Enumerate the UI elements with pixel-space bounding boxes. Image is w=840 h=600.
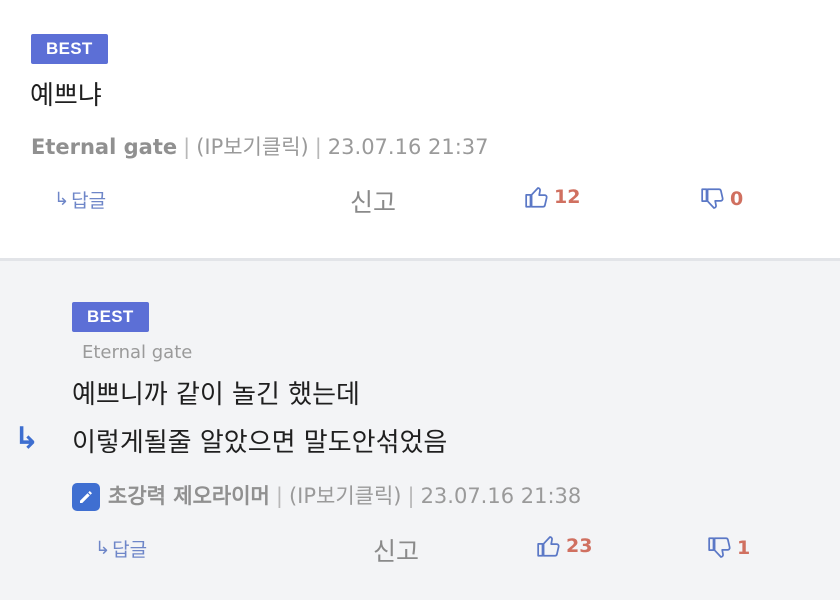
comment-text: 예쁘냐 bbox=[30, 81, 102, 111]
author-name[interactable]: Eternal gate bbox=[31, 135, 177, 159]
dislike-count: 1 bbox=[737, 537, 751, 559]
best-badge: BEST bbox=[72, 302, 149, 332]
comment-text-line-1: 예쁘니까 같이 놀긴 했는데 bbox=[72, 380, 360, 410]
comment-meta: 초강력 제오라이머 | (IP보기클릭) | 23.07.16 21:38 bbox=[72, 481, 581, 511]
like-count: 23 bbox=[566, 535, 593, 557]
report-label: 신고 bbox=[350, 188, 397, 217]
comment-best-1: BEST 예쁘냐 Eternal gate | (IP보기클릭) | 23.07.16 … bbox=[0, 0, 840, 258]
like-button[interactable]: 23 bbox=[536, 533, 592, 559]
meta-separator: | bbox=[275, 484, 283, 508]
dislike-button[interactable]: 0 bbox=[700, 186, 743, 212]
comment-text-line-2: 이렇게될줄 알았으면 말도안섞었음 bbox=[72, 428, 448, 458]
author-name[interactable]: 초강력 제오라이머 bbox=[108, 484, 270, 508]
report-button[interactable]: 신고 bbox=[373, 532, 419, 568]
reply-button[interactable]: ↳ 답글 bbox=[95, 535, 147, 562]
comment-meta: Eternal gate | (IP보기클릭) | 23.07.16 21:37 bbox=[31, 132, 489, 162]
like-count: 12 bbox=[554, 186, 581, 208]
thumbs-up-icon bbox=[537, 536, 560, 557]
parent-author: Eternal gate bbox=[82, 342, 193, 363]
meta-separator: | bbox=[314, 135, 322, 159]
dislike-button[interactable]: 1 bbox=[707, 535, 750, 561]
thumbs-down-icon bbox=[708, 537, 731, 558]
meta-separator: | bbox=[183, 135, 191, 159]
pencil-icon bbox=[72, 483, 100, 511]
reply-label: 답글 bbox=[112, 539, 148, 561]
dislike-count: 0 bbox=[730, 188, 744, 210]
reply-label: 답글 bbox=[71, 190, 107, 212]
thumbs-up-icon bbox=[525, 187, 548, 208]
best-badge: BEST bbox=[31, 34, 108, 64]
timestamp: 23.07.16 21:38 bbox=[420, 484, 582, 508]
thumbs-down-icon bbox=[701, 188, 724, 209]
ip-view-link[interactable]: (IP보기클릭) bbox=[289, 484, 402, 508]
reply-arrow-icon: ↳ bbox=[54, 189, 70, 210]
report-label: 신고 bbox=[373, 537, 420, 566]
like-button[interactable]: 12 bbox=[524, 184, 580, 210]
reply-arrow-icon: ↳ bbox=[95, 538, 111, 559]
reply-button[interactable]: ↳ 답글 bbox=[54, 186, 106, 213]
timestamp: 23.07.16 21:37 bbox=[327, 135, 489, 159]
comment-best-2-reply: ↳ BEST Eternal gate 예쁘니까 같이 놀긴 했는데 이렇게될줄… bbox=[0, 261, 840, 600]
meta-separator: | bbox=[407, 484, 415, 508]
curved-arrow-icon: ↳ bbox=[14, 421, 40, 456]
report-button[interactable]: 신고 bbox=[350, 183, 396, 219]
ip-view-link[interactable]: (IP보기클릭) bbox=[196, 135, 309, 159]
